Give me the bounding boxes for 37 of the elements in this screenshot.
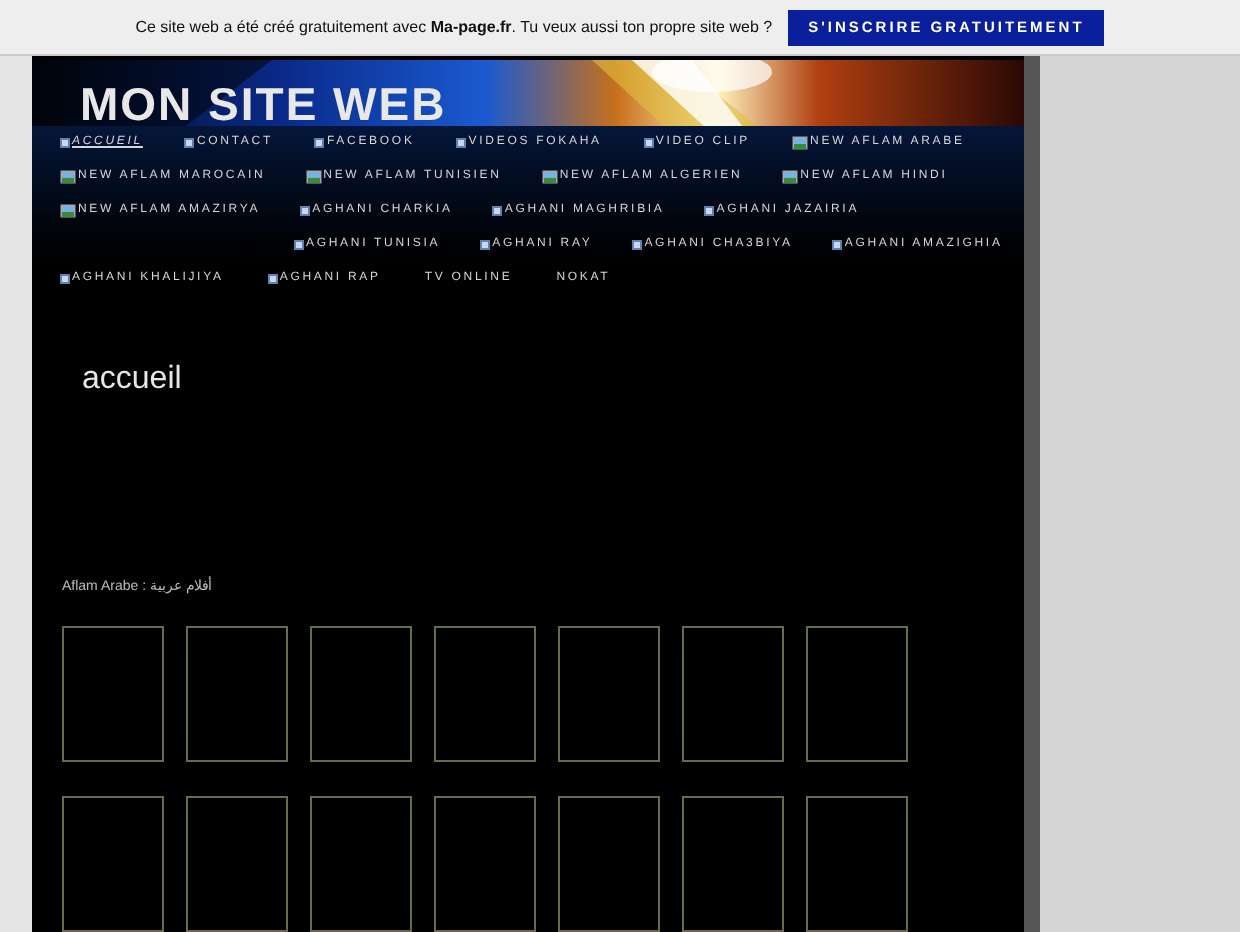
thumbnail-frame[interactable] bbox=[62, 626, 164, 762]
thumbnail-frame[interactable] bbox=[558, 626, 660, 762]
broken-image-icon bbox=[60, 169, 76, 183]
promo-text: Ce site web a été créé gratuitement avec Ma-page.fr. Tu veux aussi ton propre site web ? bbox=[135, 15, 773, 39]
site-title: MON SITE WEB bbox=[80, 82, 447, 125]
square-bullet-icon bbox=[60, 137, 70, 147]
broken-image-icon bbox=[305, 169, 322, 183]
thumbnail-frame[interactable] bbox=[682, 796, 784, 932]
square-bullet-icon bbox=[314, 137, 325, 147]
thumbnail-frame[interactable] bbox=[62, 796, 164, 932]
thumbnail-frame[interactable] bbox=[310, 796, 412, 932]
square-bullet-icon bbox=[300, 205, 311, 215]
thumbnail-frame[interactable] bbox=[434, 796, 536, 932]
square-bullet-icon bbox=[294, 239, 304, 249]
thumbnail-frame[interactable] bbox=[186, 626, 288, 762]
square-bullet-icon bbox=[184, 137, 195, 147]
thumbnail-frame[interactable] bbox=[558, 796, 660, 932]
page-title: accueil bbox=[82, 359, 182, 399]
square-bullet-icon bbox=[60, 273, 70, 283]
thumbnail-frame[interactable] bbox=[682, 626, 784, 762]
square-bullet-icon bbox=[456, 137, 467, 147]
square-bullet-icon bbox=[704, 205, 715, 215]
square-bullet-icon bbox=[643, 137, 654, 147]
broken-image-icon bbox=[541, 169, 558, 183]
thumbnail-frame[interactable] bbox=[186, 796, 288, 932]
square-bullet-icon bbox=[492, 205, 503, 215]
thumbnail-frame[interactable] bbox=[806, 796, 908, 932]
square-bullet-icon bbox=[267, 273, 278, 283]
square-bullet-icon bbox=[832, 239, 843, 249]
broken-image-icon bbox=[792, 135, 809, 149]
square-bullet-icon bbox=[480, 239, 491, 249]
thumbnail-frame[interactable] bbox=[806, 626, 908, 762]
broken-image-icon bbox=[782, 169, 799, 183]
square-bullet-icon bbox=[632, 239, 643, 249]
broken-image-icon bbox=[60, 203, 76, 217]
thumbnail-frame[interactable] bbox=[310, 626, 412, 762]
thumbnail-frame[interactable] bbox=[434, 626, 536, 762]
